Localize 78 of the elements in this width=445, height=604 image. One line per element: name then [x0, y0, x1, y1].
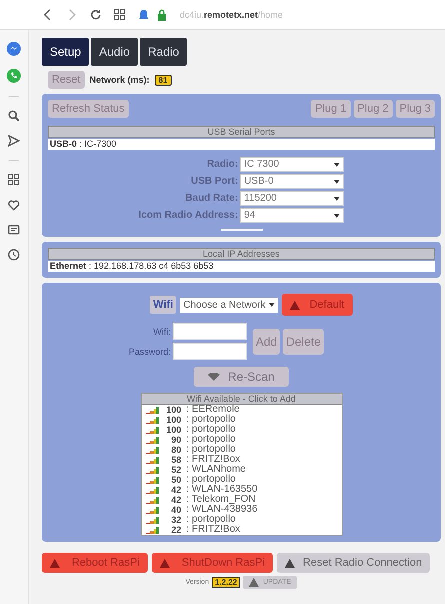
select-field[interactable]: 94: [240, 208, 344, 223]
signal-icon: [146, 456, 158, 464]
messenger-icon[interactable]: [7, 42, 21, 56]
tab[interactable]: Setup: [42, 38, 90, 66]
caret-icon: [268, 303, 275, 307]
warning-icon: [285, 558, 296, 568]
signal-icon: [146, 516, 158, 524]
port-name: USB-0: [50, 139, 78, 149]
note-icon[interactable]: [8, 224, 20, 236]
network-item[interactable]: 42 : Telekom_FON: [142, 495, 342, 505]
bell-icon[interactable]: [138, 8, 150, 20]
list-header: Wifi Available - Click to Add: [142, 394, 342, 405]
network-item[interactable]: 32 : portopollo: [142, 515, 342, 525]
grid-icon[interactable]: [114, 8, 126, 20]
version-badge: 1.2.22: [212, 577, 240, 588]
network-item[interactable]: 42 : WLAN-163550: [142, 485, 342, 495]
warning-icon: [50, 558, 60, 568]
network-item[interactable]: 52 : WLANhome: [142, 465, 342, 475]
signal-icon: [146, 486, 158, 494]
signal-icon: [146, 446, 158, 454]
action-button[interactable]: Reset Radio Connection: [277, 553, 430, 573]
select-field[interactable]: 115200: [240, 191, 344, 206]
clock-icon[interactable]: [8, 249, 20, 261]
reload-icon[interactable]: [90, 8, 102, 20]
caret-icon: [334, 162, 340, 166]
signal-icon: [146, 476, 158, 484]
warning-icon: [249, 578, 260, 587]
network-label: Network (ms):: [90, 75, 150, 85]
network-item[interactable]: 22 : FRITZ!Box: [142, 525, 342, 535]
heart-icon[interactable]: [8, 199, 20, 211]
caret-icon: [334, 214, 340, 218]
interface-name: Ethernet: [50, 261, 87, 271]
signal-icon: [146, 436, 158, 444]
input-field[interactable]: [172, 343, 247, 360]
input-field[interactable]: [172, 323, 247, 340]
signal-icon: [146, 466, 158, 474]
url-text[interactable]: dc4iu.remotetx.net/home: [180, 10, 284, 20]
field-label: Baud Rate:: [184, 193, 238, 204]
field-label: Radio:: [206, 159, 238, 170]
network-item[interactable]: 58 : FRITZ!Box: [142, 455, 342, 465]
select-field[interactable]: USB-0: [240, 174, 344, 189]
network-item[interactable]: 80 : portopollo: [142, 445, 342, 455]
signal-icon: [146, 496, 158, 504]
signal-icon: [146, 506, 158, 514]
network-item[interactable]: 100 : portopollo: [142, 415, 342, 425]
signal-icon: [146, 526, 158, 534]
network-item[interactable]: 100 : EERemole: [142, 405, 342, 415]
wifi-icon: [208, 373, 220, 381]
signal-icon: [146, 426, 158, 434]
device-name: : IC-7300: [80, 139, 117, 149]
lock-icon[interactable]: [156, 8, 168, 20]
grid-icon[interactable]: [8, 174, 20, 186]
caret-icon: [334, 196, 340, 200]
caret-icon: [334, 180, 340, 184]
search-icon[interactable]: [8, 110, 20, 122]
select-field[interactable]: IC 7300: [240, 157, 344, 172]
table-header: USB Serial Ports: [48, 126, 435, 138]
warning-icon: [160, 558, 170, 568]
network-item[interactable]: 90 : portopollo: [142, 435, 342, 445]
wifi-label: Wifi: [150, 296, 176, 314]
phone-icon[interactable]: [7, 69, 21, 83]
network-item[interactable]: 40 : WLAN-438936: [142, 505, 342, 515]
tab[interactable]: Audio: [91, 38, 138, 66]
ip-address: : 192.168.178.63 c4 6b53 6b53: [89, 261, 214, 271]
signal-icon: [146, 406, 158, 414]
network-item[interactable]: 50 : portopollo: [142, 475, 342, 485]
field-label: Icom Radio Address:: [138, 210, 238, 221]
network-item[interactable]: 100 : portopollo: [142, 425, 342, 435]
field-label: Wifi:: [152, 326, 171, 336]
network-select[interactable]: Choose a Network: [180, 298, 278, 312]
send-icon[interactable]: [8, 135, 20, 147]
table-header: Local IP Addresses: [48, 248, 435, 260]
field-label: USB Port:: [190, 176, 238, 187]
field-label: Password:: [128, 346, 171, 356]
network-value: 81: [154, 74, 172, 86]
signal-icon: [146, 416, 158, 424]
warning-icon: [290, 300, 300, 310]
tab[interactable]: Radio: [140, 38, 188, 66]
